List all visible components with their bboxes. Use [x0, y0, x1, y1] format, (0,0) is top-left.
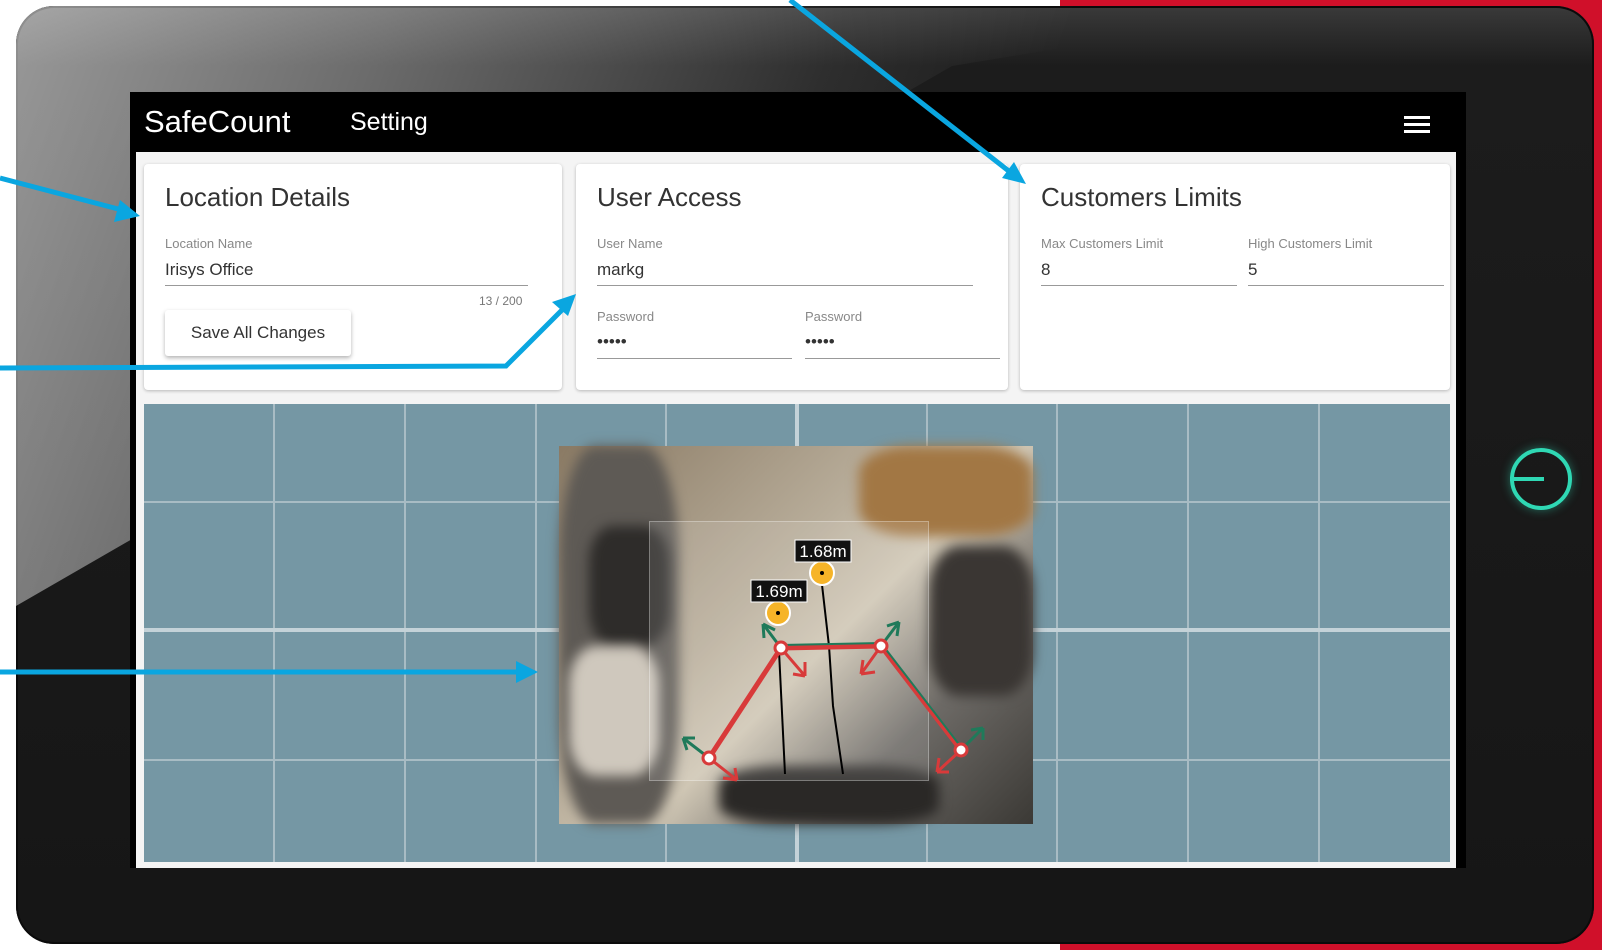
camera-view[interactable]: 1.68m 1.69m — [559, 446, 1033, 824]
password-field[interactable]: ••••• — [597, 332, 791, 352]
high-customers-label: High Customers Limit — [1248, 236, 1373, 251]
save-all-changes-button[interactable]: Save All Changes — [165, 310, 351, 356]
username-field[interactable]: markg — [597, 260, 972, 280]
location-details-card: Location Details Location Name Irisys Of… — [144, 164, 562, 390]
max-customers-label: Max Customers Limit — [1041, 236, 1164, 251]
max-customers-field[interactable]: 8 — [1041, 260, 1236, 280]
person-height-label: 1.68m — [799, 542, 846, 561]
confirm-password-underline — [805, 358, 1000, 359]
password-underline — [597, 358, 792, 359]
settings-content: Location Details Location Name Irisys Of… — [136, 152, 1456, 868]
page-title: Setting — [350, 108, 428, 136]
location-name-field[interactable]: Irisys Office — [165, 260, 527, 280]
password-label: Password — [597, 309, 655, 324]
customers-limits-card: Customers Limits Max Customers Limit 8 H… — [1020, 164, 1450, 390]
customers-limits-title: Customers Limits — [1041, 182, 1242, 212]
location-details-title: Location Details — [165, 182, 350, 212]
floor-map[interactable]: 1.68m 1.69m — [144, 404, 1450, 862]
top-bar: SafeCount Setting — [130, 92, 1466, 152]
person-height-label: 1.69m — [755, 582, 802, 601]
app-screen: SafeCount Setting Location Details Locat… — [130, 92, 1466, 868]
high-customers-underline — [1248, 285, 1444, 286]
confirm-password-field[interactable]: ••••• — [805, 332, 999, 352]
power-icon[interactable] — [1510, 448, 1572, 510]
user-access-title: User Access — [597, 182, 742, 212]
location-name-label: Location Name — [165, 236, 253, 251]
location-name-underline — [165, 285, 528, 286]
confirm-password-label: Password — [805, 309, 863, 324]
hamburger-menu-icon[interactable] — [1404, 116, 1430, 134]
app-title: SafeCount — [144, 104, 291, 139]
high-customers-field[interactable]: 5 — [1248, 260, 1443, 280]
tablet-frame: SafeCount Setting Location Details Locat… — [16, 6, 1594, 944]
username-label: User Name — [597, 236, 663, 251]
max-customers-underline — [1041, 285, 1237, 286]
counting-lines: 1.68m 1.69m — [681, 539, 985, 782]
username-underline — [597, 285, 973, 286]
character-counter: 13 / 200 — [479, 294, 523, 308]
user-access-card: User Access User Name markg Password •••… — [576, 164, 1008, 390]
